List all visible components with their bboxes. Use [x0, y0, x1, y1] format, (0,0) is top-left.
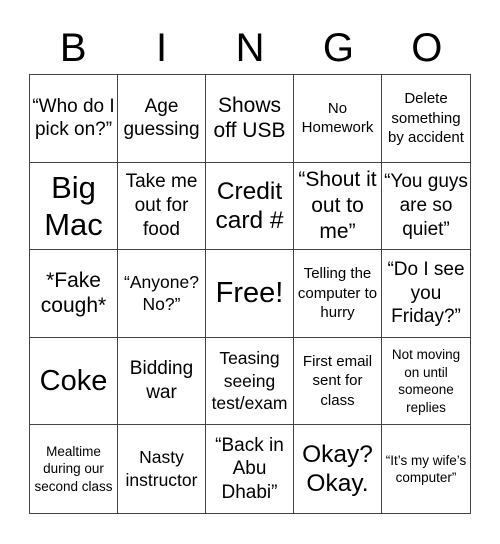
header-letter-g: G: [322, 26, 354, 70]
bingo-cell-text: “Shout it out to me”: [298, 168, 377, 243]
bingo-cell-text: Coke: [39, 364, 108, 397]
bingo-cell-text: Shows off USB: [213, 93, 286, 143]
bingo-cell-text: “Do I see you Friday?”: [387, 258, 465, 328]
bingo-cell[interactable]: “Shout it out to me”: [294, 162, 382, 251]
header-letter-i: I: [156, 26, 168, 70]
bingo-cell[interactable]: Teasing seeing test/exam: [206, 337, 294, 426]
bingo-cell-text: No Homework: [301, 99, 374, 137]
bingo-cell-text: Not moving on until someone replies: [391, 347, 461, 415]
bingo-cell-text: Bidding war: [129, 358, 194, 404]
bingo-cell[interactable]: Coke: [30, 337, 118, 426]
bingo-cell[interactable]: Mealtime during our second class: [30, 425, 118, 513]
bingo-cell-text: “Anyone? No?”: [124, 271, 199, 315]
bingo-cell[interactable]: “Back in Abu Dhabi”: [206, 425, 294, 513]
bingo-cell[interactable]: No Homework: [294, 75, 382, 163]
bingo-header: B I N G O: [29, 22, 471, 74]
bingo-cell[interactable]: “Do I see you Friday?”: [382, 250, 470, 338]
bingo-cell[interactable]: Bidding war: [118, 337, 206, 426]
bingo-cell[interactable]: *Fake cough*: [30, 250, 118, 338]
bingo-cell[interactable]: “Anyone? No?”: [118, 250, 206, 338]
bingo-cell-text: “Back in Abu Dhabi”: [215, 434, 284, 504]
bingo-cell[interactable]: Age guessing: [118, 75, 206, 163]
bingo-cell[interactable]: Okay? Okay.: [294, 425, 382, 513]
bingo-cell[interactable]: Not moving on until someone replies: [382, 338, 470, 426]
bingo-cell[interactable]: “Who do I pick on?”: [30, 75, 118, 163]
bingo-cell[interactable]: Take me out for food: [118, 162, 206, 251]
bingo-cell[interactable]: Shows off USB: [206, 75, 294, 163]
bingo-cell-text: *Fake cough*: [40, 268, 107, 318]
bingo-cell-text: “You guys are so quiet”: [384, 171, 468, 240]
bingo-cell[interactable]: Telling the computer to hurry: [294, 250, 382, 338]
bingo-cell-text: Take me out for food: [125, 171, 198, 240]
bingo-cell-text: Nasty instructor: [125, 447, 198, 491]
bingo-cell-text: Credit card #: [215, 177, 284, 234]
bingo-cell[interactable]: Credit card #: [206, 162, 294, 251]
bingo-cell-text: Age guessing: [123, 95, 200, 141]
bingo-cell-text: “It’s my wife’s computer”: [385, 452, 467, 486]
bingo-cell[interactable]: “You guys are so quiet”: [382, 163, 470, 251]
bingo-cell-text: Telling the computer to hurry: [297, 265, 378, 322]
bingo-cell-text: Free!: [215, 277, 284, 310]
bingo-cell-text: First email sent for class: [302, 352, 373, 409]
bingo-cell[interactable]: Nasty instructor: [118, 425, 206, 513]
bingo-cell[interactable]: Free!: [206, 250, 294, 338]
bingo-cell[interactable]: Big Mac: [30, 162, 118, 251]
bingo-cell-text: “Who do I pick on?”: [32, 95, 115, 141]
bingo-cell-text: Teasing seeing test/exam: [211, 347, 288, 414]
bingo-cell-text: Mealtime during our second class: [34, 443, 113, 494]
bingo-cell-text: Big Mac: [44, 169, 103, 242]
header-letter-n: N: [235, 26, 265, 70]
bingo-cell-text: Okay? Okay.: [302, 440, 373, 498]
header-letter-o: O: [411, 26, 443, 70]
bingo-cell[interactable]: First email sent for class: [294, 337, 382, 426]
bingo-cell-text: Delete something by accident: [388, 90, 464, 147]
bingo-card-grid: “Who do I pick on?” Age guessing Shows off…: [29, 74, 471, 514]
bingo-cell[interactable]: Delete something by accident: [382, 75, 470, 163]
bingo-cell[interactable]: “It’s my wife’s computer”: [382, 425, 470, 513]
header-letter-b: B: [59, 26, 87, 70]
